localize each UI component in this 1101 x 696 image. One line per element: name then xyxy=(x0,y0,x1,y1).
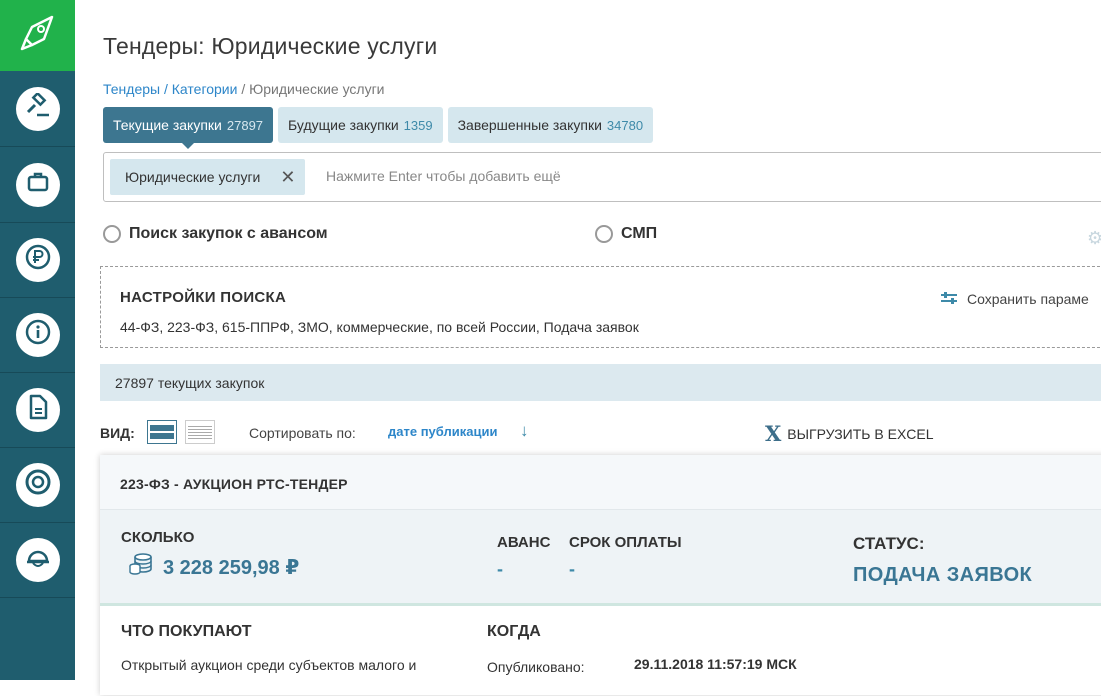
advance-label: АВАНС xyxy=(497,534,551,551)
sidebar-item-tenders[interactable] xyxy=(0,71,75,147)
gear-icon[interactable]: ⚙ xyxy=(1087,228,1101,249)
breadcrumb-separator: / xyxy=(237,81,250,97)
tab-count: 1359 xyxy=(403,117,433,133)
card-summary: СКОЛЬКО 3 228 259,98 ₽ АВАНС - СРОК ОПЛА… xyxy=(100,510,1101,606)
card-details: ЧТО ПОКУПАЮТ Открытый аукцион среди субъ… xyxy=(100,606,1101,696)
radio-circle[interactable] xyxy=(103,225,121,243)
briefcase-icon xyxy=(26,170,50,199)
view-label: ВИД: xyxy=(100,425,135,441)
radio-label: СМП xyxy=(621,225,658,242)
tab-current[interactable]: Текущие закупки 27897 xyxy=(103,107,274,149)
settings-description: 44-ФЗ, 223-ФЗ, 615-ППРФ, ЗМО, коммерческ… xyxy=(120,319,639,335)
tab-future[interactable]: Будущие закупки 1359 xyxy=(278,107,443,143)
chip-label: Юридические услуги xyxy=(125,169,261,185)
tab-label: Будущие закупки xyxy=(288,117,399,133)
excel-icon: X xyxy=(765,421,782,446)
tab-completed[interactable]: Завершенные закупки 34780 xyxy=(447,107,654,143)
view-cards-button[interactable] xyxy=(147,420,177,444)
radio-circle[interactable] xyxy=(595,225,613,243)
when-label: КОГДА xyxy=(487,623,541,640)
document-icon xyxy=(27,394,49,425)
main-content: Тендеры: Юридические услуги Тендеры / Ка… xyxy=(75,0,1101,695)
sort-field-dropdown[interactable]: дате публикации xyxy=(388,424,497,439)
sidebar-item-construction[interactable] xyxy=(0,522,75,598)
sort-direction-arrow-icon[interactable]: ↓ xyxy=(520,421,529,441)
sidebar xyxy=(0,0,75,680)
coins-icon xyxy=(129,553,153,581)
what-label: ЧТО ПОКУПАЮТ xyxy=(121,623,252,640)
tab-label: Текущие закупки xyxy=(113,117,222,133)
export-excel-label: ВЫГРУЗИТЬ В EXCEL xyxy=(787,425,934,442)
published-value: 29.11.2018 11:57:19 МСК xyxy=(634,656,797,672)
status-value: ПОДАЧА ЗАЯВОК xyxy=(853,564,1033,586)
save-settings-button[interactable]: Сохранить параме xyxy=(941,291,1089,307)
status-label: СТАТУС: xyxy=(853,534,925,553)
save-settings-label: Сохранить параме xyxy=(967,291,1089,307)
gavel-icon xyxy=(25,91,51,124)
tag-search-input[interactable] xyxy=(324,167,888,185)
view-list-button[interactable] xyxy=(185,420,215,444)
amount-label: СКОЛЬКО xyxy=(121,529,195,546)
search-settings-panel[interactable]: НАСТРОЙКИ ПОИСКА 44-ФЗ, 223-ФЗ, 615-ППРФ… xyxy=(100,266,1101,348)
logo[interactable] xyxy=(0,0,75,71)
advance-filter-radio[interactable]: Поиск закупок с авансом xyxy=(103,225,328,243)
card-header: 223-ФЗ - АУКЦИОН РТС-ТЕНДЕР xyxy=(100,455,1101,510)
helmet-icon xyxy=(24,543,52,576)
settings-title: НАСТРОЙКИ ПОИСКА xyxy=(120,289,287,306)
category-tag-input[interactable]: Юридические услуги ✕ xyxy=(103,152,1101,202)
sidebar-item-support[interactable] xyxy=(0,447,75,523)
procurement-tabs: Текущие закупки 27897 Будущие закупки 13… xyxy=(103,107,654,149)
tab-count: 27897 xyxy=(226,117,264,133)
sort-label: Сортировать по: xyxy=(249,425,356,441)
payment-term-label: СРОК ОПЛАТЫ xyxy=(569,534,682,551)
results-toolbar: ВИД: Сортировать по: дате публикации ↓ X… xyxy=(100,420,1100,446)
info-icon xyxy=(25,319,51,350)
page-title: Тендеры: Юридические услуги xyxy=(103,33,438,59)
lifebuoy-icon xyxy=(24,468,52,501)
export-excel-button[interactable]: X ВЫГРУЗИТЬ В EXCEL xyxy=(765,421,934,446)
tab-label: Завершенные закупки xyxy=(457,117,602,133)
sidebar-item-finance[interactable] xyxy=(0,222,75,298)
sidebar-item-documents[interactable] xyxy=(0,372,75,448)
card-procedure-type: 223-ФЗ - АУКЦИОН РТС-ТЕНДЕР xyxy=(120,476,348,492)
close-icon[interactable]: ✕ xyxy=(280,167,295,188)
amount-text: 3 228 259,98 ₽ xyxy=(163,556,300,579)
published-label: Опубликовано: xyxy=(487,659,585,675)
breadcrumb: Тендеры / Категории / Юридические услуги xyxy=(103,81,385,97)
payment-term-value: - xyxy=(569,559,575,579)
breadcrumb-link-categories[interactable]: Категории xyxy=(172,81,238,97)
ruble-icon xyxy=(25,244,51,275)
results-count-bar: 27897 текущих закупок xyxy=(100,364,1101,401)
what-description: Открытый аукцион среди субъектов малого … xyxy=(121,657,417,673)
smp-filter-radio[interactable]: СМП xyxy=(595,225,657,243)
sliders-icon xyxy=(941,291,957,307)
amount-value: 3 228 259,98 ₽ xyxy=(129,553,299,581)
results-count: 27897 текущих закупок xyxy=(115,375,265,391)
paper-plane-icon xyxy=(18,13,58,58)
tender-card[interactable]: 223-ФЗ - АУКЦИОН РТС-ТЕНДЕР СКОЛЬКО 3 22… xyxy=(100,455,1101,695)
breadcrumb-separator: / xyxy=(160,81,172,97)
sidebar-item-briefcase[interactable] xyxy=(0,147,75,223)
tab-count: 34780 xyxy=(606,117,644,133)
radio-label: Поиск закупок с авансом xyxy=(129,225,328,242)
breadcrumb-link-tenders[interactable]: Тендеры xyxy=(103,81,160,97)
breadcrumb-current: Юридические услуги xyxy=(249,81,385,97)
advance-value: - xyxy=(497,559,503,579)
sidebar-item-info[interactable] xyxy=(0,297,75,373)
category-chip: Юридические услуги ✕ xyxy=(110,159,306,195)
